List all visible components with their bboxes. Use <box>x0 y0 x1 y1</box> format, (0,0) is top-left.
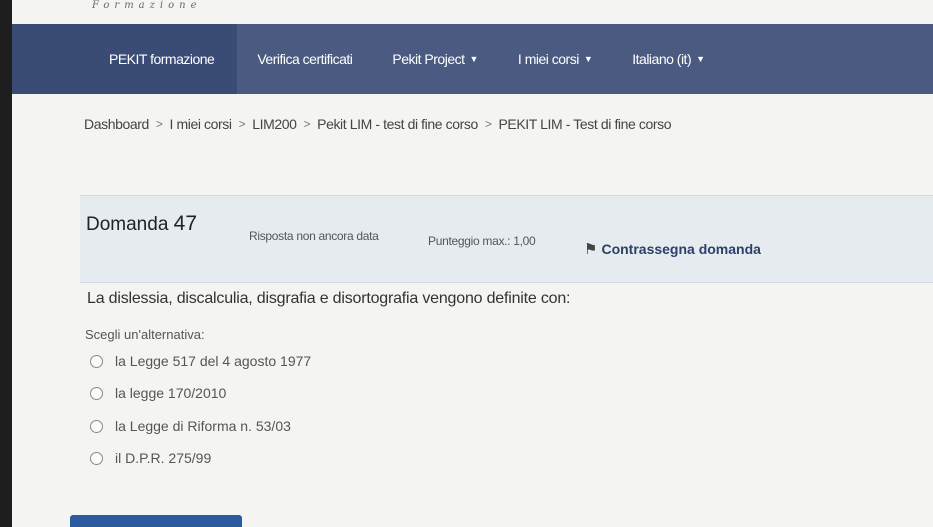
breadcrumb-item[interactable]: Dashboard <box>84 116 149 132</box>
flag-question-button[interactable]: ⚑ Contrassegna domanda <box>584 240 761 258</box>
nav-item-verifica-certificati[interactable]: Verifica certificati <box>237 24 372 94</box>
caret-down-icon: ▼ <box>696 54 705 64</box>
nav-item-label: Pekit Project <box>392 51 465 67</box>
nav-item-pekit-project[interactable]: Pekit Project ▼ <box>372 24 498 94</box>
nav-item-label: I miei corsi <box>517 51 579 67</box>
radio-button[interactable] <box>90 354 103 368</box>
nav-item-label: Italiano (it) <box>632 51 692 67</box>
caret-down-icon: ▼ <box>469 54 479 64</box>
nav-brand-link[interactable]: PEKIT formazione <box>12 24 238 94</box>
top-navbar: PEKIT formazione Verifica certificati Pe… <box>12 24 933 94</box>
flag-icon: ⚑ <box>584 241 598 258</box>
question-status: Risposta non ancora data <box>249 229 379 243</box>
question-label: Domanda <box>86 214 169 235</box>
answer-option-label: il D.P.R. 275/99 <box>115 450 212 466</box>
nav-brand-label: PEKIT formazione <box>109 51 215 67</box>
answer-option[interactable]: la Legge 517 del 4 agosto 1977 <box>90 353 311 369</box>
chevron-right-icon: > <box>484 117 492 131</box>
chevron-right-icon: > <box>238 117 246 131</box>
radio-button[interactable] <box>90 386 103 400</box>
breadcrumb: Dashboard > I miei corsi > LIM200 > Peki… <box>84 116 672 132</box>
flag-question-label: Contrassegna domanda <box>601 241 761 257</box>
answer-option[interactable]: la legge 170/2010 <box>90 385 226 401</box>
window-edge <box>0 0 12 527</box>
breadcrumb-item[interactable]: Pekit LIM - test di fine corso <box>317 116 478 132</box>
radio-button[interactable] <box>90 451 103 465</box>
answer-option[interactable]: il D.P.R. 275/99 <box>90 450 211 466</box>
question-info-header: Domanda 47 Risposta non ancora data Punt… <box>80 195 933 283</box>
answer-prompt: Scegli un'alternativa: <box>85 327 205 342</box>
nav-item-language[interactable]: Italiano (it) ▼ <box>612 24 724 94</box>
breadcrumb-item[interactable]: LIM200 <box>252 116 297 132</box>
radio-button[interactable] <box>90 419 103 433</box>
answer-option-label: la legge 170/2010 <box>115 385 227 401</box>
site-logo: Formazione <box>92 0 202 11</box>
next-page-button[interactable] <box>70 515 242 527</box>
answer-option[interactable]: la Legge di Riforma n. 53/03 <box>90 418 291 434</box>
chevron-right-icon: > <box>155 117 163 131</box>
question-max-score: Punteggio max.: 1,00 <box>428 234 536 248</box>
answer-option-label: la Legge 517 del 4 agosto 1977 <box>115 353 312 369</box>
caret-down-icon: ▼ <box>583 54 593 64</box>
chevron-right-icon: > <box>303 117 311 131</box>
question-title: Domanda 47 <box>86 212 197 236</box>
breadcrumb-item[interactable]: PEKIT LIM - Test di fine corso <box>498 116 671 132</box>
question-number: 47 <box>173 212 198 235</box>
answer-option-label: la Legge di Riforma n. 53/03 <box>115 418 291 434</box>
question-text: La dislessia, discalculia, disgrafia e d… <box>87 290 571 307</box>
nav-item-i-miei-corsi[interactable]: I miei corsi ▼ <box>498 24 612 94</box>
nav-item-label: Verifica certificati <box>257 51 353 67</box>
breadcrumb-item[interactable]: I miei corsi <box>170 116 233 132</box>
